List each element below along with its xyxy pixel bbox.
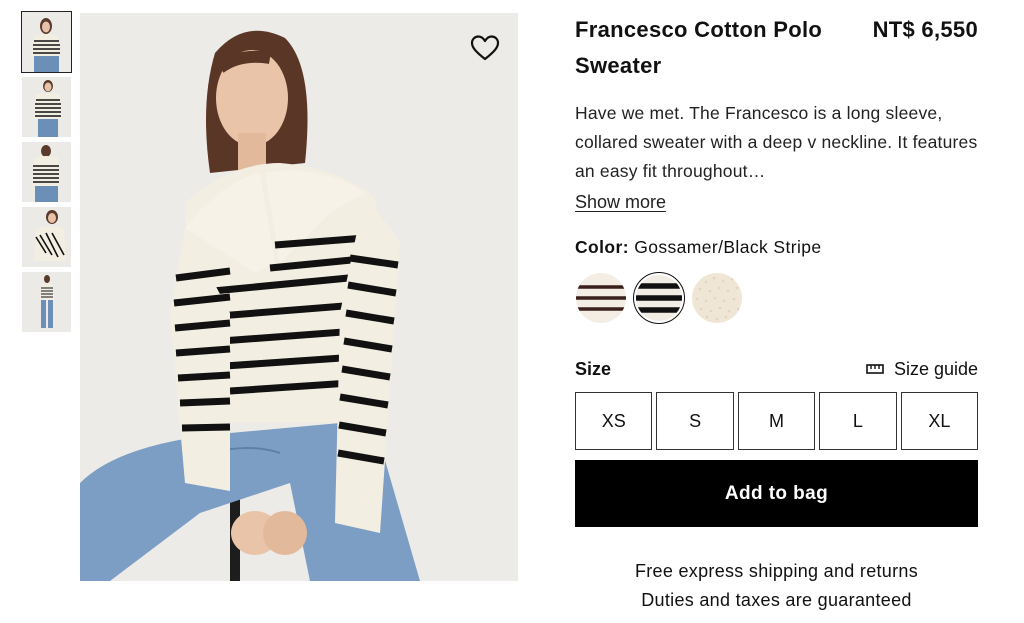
swatch-fill bbox=[636, 275, 682, 321]
size-guide-link[interactable]: Size guide bbox=[866, 359, 978, 380]
show-more-link[interactable]: Show more bbox=[575, 188, 666, 216]
color-label: Color: Gossamer/Black Stripe bbox=[575, 234, 978, 260]
size-header: Size Size guide bbox=[575, 356, 978, 382]
title-row: Francesco Cotton Polo Sweater NT$ 6,550 bbox=[575, 12, 978, 84]
size-option-l[interactable]: L bbox=[819, 392, 897, 450]
product-hero-image[interactable] bbox=[80, 13, 518, 581]
shipping-info: Free express shipping and returns Duties… bbox=[575, 557, 978, 615]
color-selected-value: Gossamer/Black Stripe bbox=[634, 237, 822, 257]
thumbnail-image bbox=[22, 77, 71, 137]
size-option-s[interactable]: S bbox=[656, 392, 734, 450]
size-option-xs[interactable]: XS bbox=[575, 392, 653, 450]
thumbnail-image bbox=[22, 272, 71, 332]
ruler-icon bbox=[866, 364, 884, 374]
thumbnail-5[interactable] bbox=[22, 272, 71, 332]
size-guide-label: Size guide bbox=[893, 358, 978, 379]
model-photo bbox=[80, 13, 518, 581]
shipping-line-2: Duties and taxes are guaranteed bbox=[641, 590, 912, 610]
size-options: XS S M L XL bbox=[575, 392, 979, 450]
swatch-fill bbox=[692, 273, 742, 323]
swatch-gossamer-black-stripe[interactable] bbox=[633, 272, 685, 324]
shipping-line-1: Free express shipping and returns bbox=[634, 561, 919, 581]
size-option-m[interactable]: M bbox=[737, 392, 816, 450]
stripe-pattern bbox=[576, 273, 626, 323]
thumbnail-3[interactable] bbox=[22, 142, 71, 202]
product-description: Have we met. The Francesco is a long sle… bbox=[575, 103, 978, 181]
thumbnail-image bbox=[22, 207, 71, 267]
thumbnail-image bbox=[22, 142, 71, 202]
color-swatches bbox=[575, 272, 978, 324]
add-to-bag-button[interactable]: Add to bag bbox=[575, 460, 978, 527]
thumbnail-image bbox=[22, 12, 71, 72]
size-label: Size bbox=[575, 358, 612, 379]
wishlist-button[interactable] bbox=[468, 31, 502, 65]
swatch-cream-brown-stripe[interactable] bbox=[575, 272, 627, 324]
swatch-solid-cream-knit[interactable] bbox=[691, 272, 743, 324]
product-title: Francesco Cotton Polo Sweater bbox=[575, 17, 823, 78]
thumbnail-1[interactable] bbox=[21, 11, 72, 73]
size-option-xl[interactable]: XL bbox=[900, 392, 979, 450]
product-details-panel: Francesco Cotton Polo Sweater NT$ 6,550 … bbox=[575, 12, 979, 615]
product-price: NT$ 6,550 bbox=[872, 17, 978, 42]
color-label-key: Color: bbox=[575, 237, 629, 257]
thumbnail-2[interactable] bbox=[22, 77, 71, 137]
heart-icon bbox=[470, 35, 500, 61]
thumbnail-4[interactable] bbox=[22, 207, 71, 267]
thumbnail-gallery bbox=[21, 11, 72, 337]
knit-pattern bbox=[692, 273, 742, 323]
swatch-fill bbox=[576, 273, 626, 323]
stripe-pattern bbox=[636, 275, 682, 321]
